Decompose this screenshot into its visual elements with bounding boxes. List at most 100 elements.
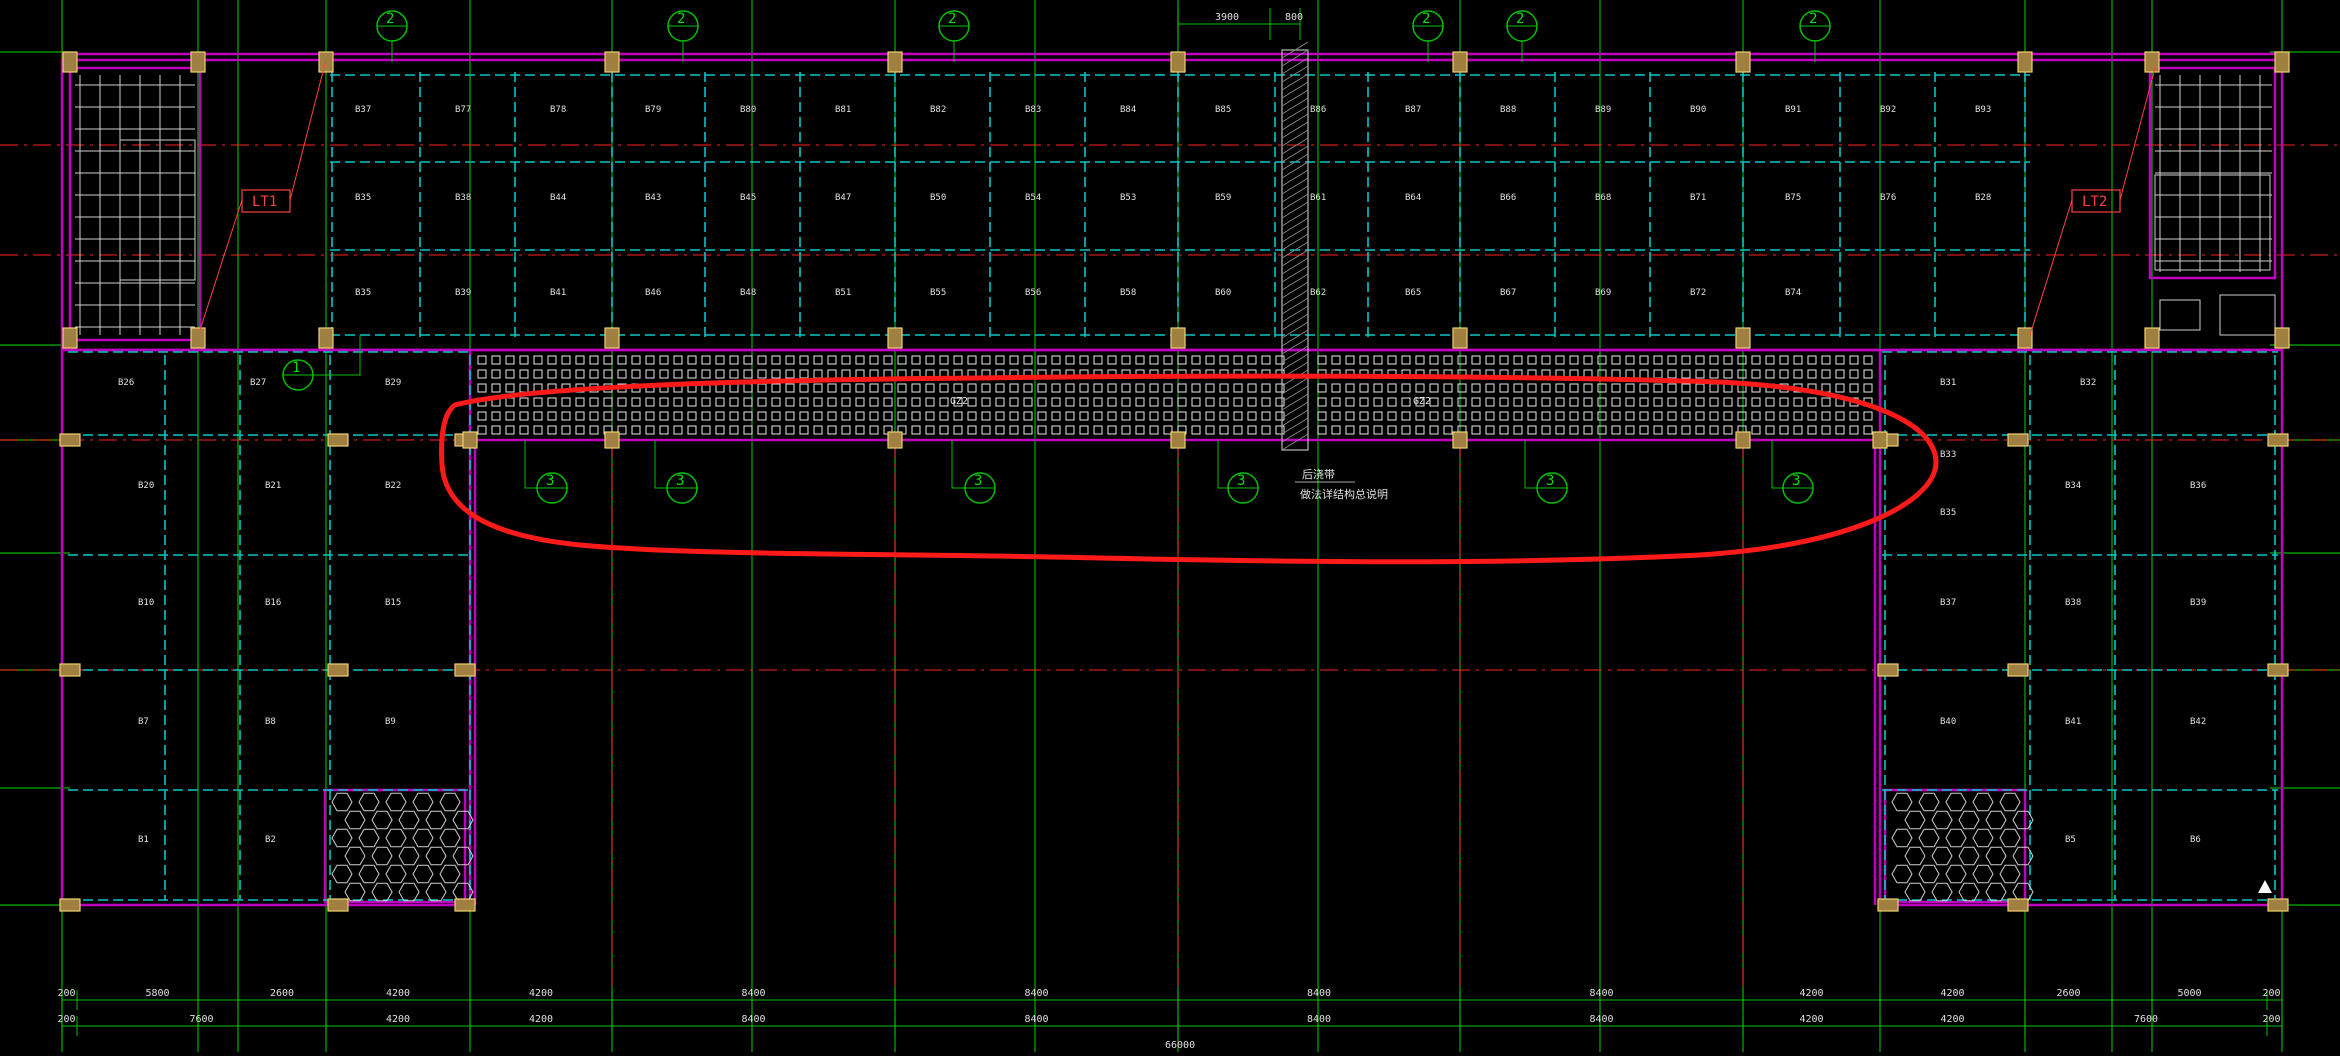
column	[1877, 663, 1899, 677]
column	[2007, 663, 2029, 677]
dim-text: 2600	[270, 988, 294, 999]
column	[1877, 898, 1899, 912]
dim-text: 8400	[742, 1014, 766, 1025]
column	[2007, 898, 2029, 912]
column	[327, 898, 349, 912]
dim-text: 8400	[1590, 988, 1614, 999]
column	[887, 51, 903, 73]
stair-label-lt1[interactable]: LT1	[252, 194, 277, 210]
dim-text: 4200	[1941, 988, 1965, 999]
column	[1452, 51, 1468, 73]
room-code: B37	[1940, 598, 1956, 608]
column	[327, 433, 349, 447]
room-code: B68	[1595, 193, 1611, 203]
column	[59, 433, 81, 447]
room-code: B64	[1405, 193, 1421, 203]
room-code: B91	[1785, 105, 1801, 115]
room-code: B85	[1215, 105, 1231, 115]
room-code: B2	[265, 835, 276, 845]
note-post-pour: 后浇带	[1302, 468, 1335, 481]
room-code: B39	[2190, 598, 2206, 608]
dim-text: 8400	[1025, 1014, 1049, 1025]
room-code: B84	[1120, 105, 1136, 115]
room-code: B35	[355, 288, 371, 298]
room-code: B42	[2190, 717, 2206, 727]
column	[59, 898, 81, 912]
svg-text:3: 3	[1546, 473, 1554, 489]
room-code: B86	[1310, 105, 1326, 115]
svg-text:2: 2	[1422, 11, 1430, 27]
svg-text:2: 2	[386, 11, 394, 27]
dim-text: 4200	[386, 1014, 410, 1025]
dim-text: 8400	[1025, 988, 1049, 999]
room-code: B48	[740, 288, 756, 298]
room-code: B88	[1500, 105, 1516, 115]
column	[1735, 51, 1751, 73]
dim-text: 4200	[529, 988, 553, 999]
dim-text: 7600	[2134, 1014, 2158, 1025]
beam-label: GZ2	[950, 396, 968, 407]
room-code: B20	[138, 481, 154, 491]
column	[59, 663, 81, 677]
column	[62, 51, 78, 73]
room-code: B80	[740, 105, 756, 115]
dim-text: 4200	[1941, 1014, 1965, 1025]
room-code: B55	[930, 288, 946, 298]
total-dimension: 66000	[1165, 1040, 1195, 1051]
dim-text: 5800	[146, 988, 170, 999]
room-code: B1	[138, 835, 149, 845]
column	[62, 327, 78, 349]
column	[1170, 431, 1186, 449]
column	[1735, 431, 1751, 449]
svg-text:3: 3	[1792, 473, 1800, 489]
room-code: B82	[930, 105, 946, 115]
dim-text: 200	[2263, 1014, 2281, 1025]
dim-text: 4200	[529, 1014, 553, 1025]
column	[190, 51, 206, 73]
room-code: B53	[1120, 193, 1136, 203]
room-code: B6	[2190, 835, 2201, 845]
column	[318, 327, 334, 349]
stair-label-lt2[interactable]: LT2	[2082, 194, 2107, 210]
room-code: B50	[930, 193, 946, 203]
room-code: B61	[1310, 193, 1326, 203]
cad-drawing-canvas[interactable]: B37 B77 B78 B79 B80 B81 B82 B83 B84 B85 B86 B87 B88 B…	[0, 0, 2340, 1052]
room-code: B78	[550, 105, 566, 115]
room-code: B89	[1595, 105, 1611, 115]
room-code: B31	[1940, 378, 1956, 388]
column	[604, 51, 620, 73]
room-code: B51	[835, 288, 851, 298]
column	[1452, 327, 1468, 349]
room-code: B32	[2080, 378, 2096, 388]
room-code: B33	[1940, 450, 1956, 460]
room-code: B41	[2065, 717, 2081, 727]
beam-label: GZ2	[1413, 396, 1431, 407]
room-code: B39	[455, 288, 471, 298]
dim-text: 4200	[386, 988, 410, 999]
room-code: B28	[1975, 193, 1991, 203]
room-code: B56	[1025, 288, 1041, 298]
dim-text: 200	[58, 988, 76, 999]
column	[1735, 327, 1751, 349]
room-code: B87	[1405, 105, 1421, 115]
column	[604, 431, 620, 449]
room-code: B8	[265, 717, 276, 727]
dim-text: 8400	[1307, 1014, 1331, 1025]
column	[1170, 51, 1186, 73]
dim-text: 200	[58, 1014, 76, 1025]
svg-text:2: 2	[1809, 11, 1817, 27]
room-code: B47	[835, 193, 851, 203]
column	[2267, 663, 2289, 677]
svg-text:2: 2	[948, 11, 956, 27]
room-code: B59	[1215, 193, 1231, 203]
room-code: B15	[385, 598, 401, 608]
room-code: B83	[1025, 105, 1041, 115]
column	[190, 327, 206, 349]
room-code: B92	[1880, 105, 1896, 115]
column	[2144, 51, 2160, 73]
svg-text:2: 2	[1516, 11, 1524, 27]
room-code: B44	[550, 193, 566, 203]
room-code: B38	[2065, 598, 2081, 608]
room-code: B43	[645, 193, 661, 203]
room-code: B37	[355, 105, 371, 115]
